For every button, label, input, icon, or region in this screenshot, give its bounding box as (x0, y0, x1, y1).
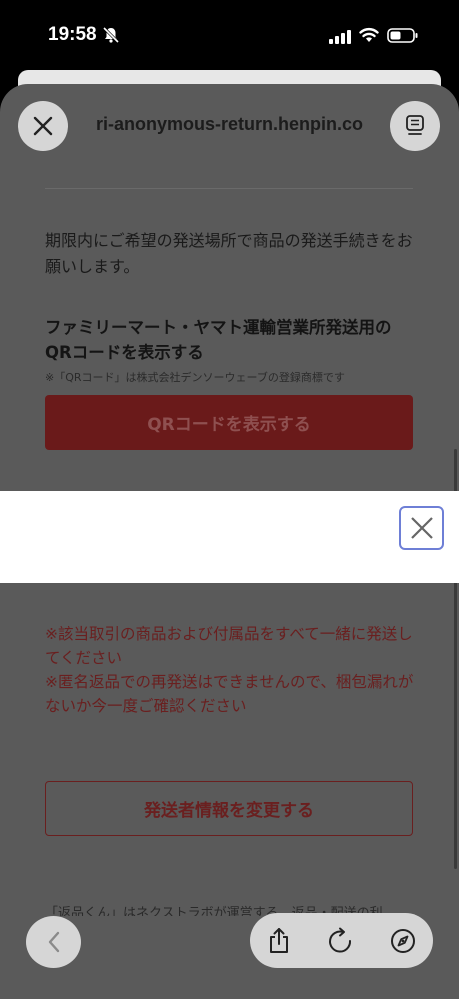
status-time: 19:58 (48, 24, 97, 45)
status-bar: 19:58 (0, 0, 459, 70)
signal-icon (329, 29, 351, 48)
qr-heading: ファミリーマート・ヤマト運輸営業所発送用のQRコードを表示する (45, 318, 392, 362)
battery-icon (387, 28, 419, 47)
change-sender-info-button[interactable]: 発送者情報を変更する (45, 781, 413, 836)
warning-text: ※匿名返品での再発送はできませんので、梱包漏れがないか今一度ご確認ください (45, 673, 414, 715)
bell-slash-icon (102, 26, 120, 48)
qr-trademark-note: ※「QRコード」は株式会社デンソーウェーブの登録商標です (45, 371, 345, 384)
wifi-icon (359, 27, 379, 47)
banner-overlay (0, 491, 459, 583)
intro-text: 期限内にご希望の発送場所で商品の発送手続きをお願いします。 (45, 231, 413, 276)
back-button[interactable] (26, 916, 81, 968)
show-qr-code-button[interactable]: QRコードを表示する (45, 395, 413, 450)
warning-text: ※該当取引の商品および付属品をすべて一緒に発送してください (45, 625, 413, 667)
share-icon[interactable] (267, 927, 291, 959)
divider (45, 188, 413, 189)
close-icon (410, 517, 433, 539)
url-label[interactable]: ri-anonymous-return.henpin.co (96, 114, 386, 135)
warnings: ※該当取引の商品および付属品をすべて一緒に発送してください ※匿名返品での再発送… (45, 622, 417, 718)
banner-close-button[interactable] (399, 506, 444, 550)
close-button[interactable] (18, 101, 68, 151)
compass-icon[interactable] (390, 927, 416, 959)
browser-toolbar (250, 913, 433, 968)
reader-icon (406, 115, 424, 135)
reload-icon[interactable] (328, 927, 354, 959)
reader-button[interactable] (390, 101, 440, 151)
back-icon (48, 931, 59, 953)
close-icon (33, 116, 53, 136)
